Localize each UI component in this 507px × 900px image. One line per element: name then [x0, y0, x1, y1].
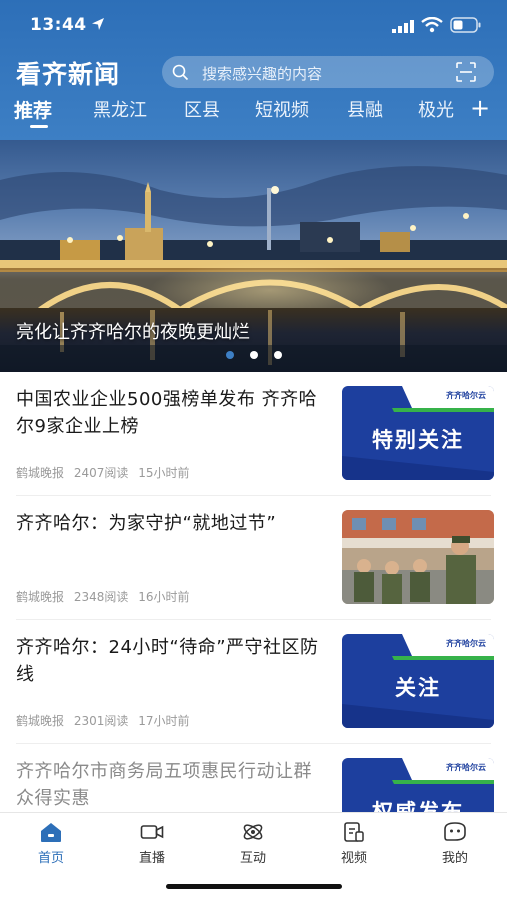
location-arrow-icon [92, 18, 104, 30]
tab-short-video[interactable]: 短视频 [255, 96, 309, 122]
carousel-dot-1[interactable] [226, 351, 234, 359]
nav-home[interactable]: 首页 [11, 821, 91, 869]
news-item[interactable]: 齐齐哈尔：24小时“待命”严守社区防线 鹤城晚报 2301阅读 17小时前 齐齐… [0, 620, 507, 744]
home-indicator[interactable] [166, 884, 342, 889]
news-time: 15小时前 [138, 466, 190, 480]
home-icon [41, 823, 61, 842]
carousel-dot-2[interactable] [250, 351, 258, 359]
news-reads: 2301阅读 [73, 714, 129, 728]
thumbnail-label: 权威发布 [372, 800, 464, 812]
nav-profile[interactable]: 我的 [415, 821, 495, 869]
news-meta: 鹤城晚报 2348阅读 16小时前 [16, 588, 196, 605]
search-input[interactable]: 搜索感兴趣的内容 [162, 56, 494, 88]
app-logo: 看齐新闻 [16, 60, 121, 89]
news-meta: 鹤城晚报 2301阅读 17小时前 [16, 712, 196, 729]
news-thumbnail: 齐齐哈尔云 特别关注 [342, 386, 494, 480]
status-time: 13:44 [30, 15, 87, 35]
news-source: 鹤城晚报 [16, 590, 65, 604]
search-placeholder: 搜索感兴趣的内容 [202, 65, 323, 83]
carousel-dot-3[interactable] [274, 351, 282, 359]
nav-video-label: 视频 [340, 851, 367, 866]
channel-tabs: 推荐 黑龙江 区县 短视频 县融 极光 [0, 96, 507, 136]
news-reads: 2348阅读 [73, 590, 129, 604]
add-channel-button[interactable]: + [470, 96, 490, 120]
thumbnail-brand: 齐齐哈尔云 [446, 639, 486, 648]
news-item[interactable]: 齐齐哈尔：为家守护“就地过节” 鹤城晚报 2348阅读 16小时前 [0, 496, 507, 620]
news-time: 16小时前 [138, 590, 190, 604]
profile-icon [444, 822, 466, 841]
nav-home-label: 首页 [37, 851, 64, 866]
active-tab-indicator [30, 125, 48, 128]
battery-icon [450, 17, 481, 33]
news-time: 17小时前 [138, 714, 190, 728]
tab-counties[interactable]: 区县 [184, 96, 220, 122]
soldiers-photo [342, 510, 494, 604]
news-thumbnail: 齐齐哈尔云 关注 [342, 634, 494, 728]
nav-video[interactable]: 视频 [314, 821, 394, 869]
news-feed: 中国农业企业500强榜单发布 齐齐哈尔9家企业上榜 鹤城晚报 2407阅读 15… [0, 372, 507, 812]
app-header: 13:44 看齐新闻 搜索感兴趣的内容 推荐 黑龙江 区县 短视频 县融 极光 … [0, 0, 507, 140]
tab-recommend[interactable]: 推荐 [14, 96, 52, 123]
scan-icon[interactable] [456, 62, 476, 82]
news-thumbnail [342, 510, 494, 604]
tab-aurora[interactable]: 极光 [418, 96, 454, 122]
status-bar: 13:44 [0, 0, 507, 50]
news-reads: 2407阅读 [73, 466, 129, 480]
nav-profile-label: 我的 [441, 851, 468, 866]
nav-live-label: 直播 [138, 851, 165, 866]
news-source: 鹤城晚报 [16, 466, 65, 480]
news-source: 鹤城晚报 [16, 714, 65, 728]
signal-icon [392, 20, 414, 33]
news-thumbnail: 齐齐哈尔云 权威发布 [342, 758, 494, 812]
search-icon [172, 64, 189, 81]
thumbnail-label: 关注 [395, 676, 441, 700]
thumbnail-label: 特别关注 [372, 428, 464, 452]
news-item[interactable]: 齐齐哈尔市商务局五项惠民行动让群众得实惠 齐齐哈尔云 权威发布 [0, 744, 507, 812]
nav-interact[interactable]: 互动 [213, 821, 293, 869]
nav-interact-label: 互动 [239, 851, 266, 866]
news-item[interactable]: 中国农业企业500强榜单发布 齐齐哈尔9家企业上榜 鹤城晚报 2407阅读 15… [0, 372, 507, 496]
nav-live[interactable]: 直播 [112, 821, 192, 869]
featured-banner[interactable]: 亮化让齐齐哈尔的夜晚更灿烂 [0, 140, 507, 372]
interact-icon [243, 824, 263, 840]
news-title: 齐齐哈尔：24小时“待命”严守社区防线 [16, 637, 319, 685]
tab-county-media[interactable]: 县融 [347, 96, 383, 122]
thumbnail-brand: 齐齐哈尔云 [446, 391, 486, 400]
news-meta: 鹤城晚报 2407阅读 15小时前 [16, 464, 196, 481]
news-title: 中国农业企业500强榜单发布 齐齐哈尔9家企业上榜 [16, 389, 318, 437]
live-camera-icon [140, 825, 164, 839]
wifi-icon [421, 17, 443, 33]
news-title: 齐齐哈尔市商务局五项惠民行动让群众得实惠 [16, 761, 312, 809]
tab-heilongjiang[interactable]: 黑龙江 [93, 96, 147, 122]
news-title: 齐齐哈尔：为家守护“就地过节” [16, 513, 277, 534]
banner-caption: 亮化让齐齐哈尔的夜晚更灿烂 [16, 322, 250, 343]
video-doc-icon [344, 822, 364, 842]
thumbnail-brand: 齐齐哈尔云 [446, 763, 486, 772]
